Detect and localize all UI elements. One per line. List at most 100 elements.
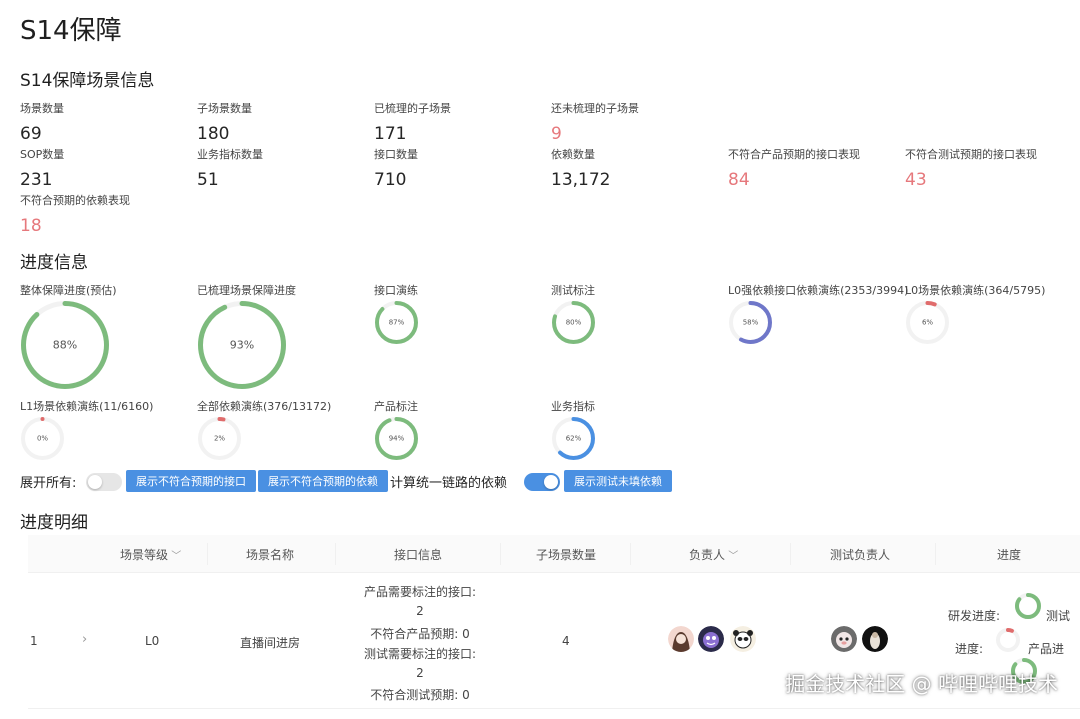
ring-svg: 0% (21, 417, 64, 460)
chevron-down-icon[interactable]: ﹀ (725, 551, 738, 562)
ring-l0-strong-dep: 58% (728, 300, 773, 345)
header-divider (935, 543, 936, 565)
show-bad-interfaces-button[interactable]: 展示不符合预期的接口 (126, 470, 256, 492)
ring-track (996, 628, 1020, 652)
ring-business-metric: 62% (551, 416, 596, 461)
ring-percent-text: 80% (566, 319, 582, 327)
scene-info-title: S14保障场景信息 (20, 71, 155, 91)
interface-info-line: 2 (416, 604, 424, 618)
ring-label-l1-scene-dep: L1场景依赖演练(11/6160) (20, 400, 154, 413)
ring-svg: 93% (198, 301, 286, 389)
ring-label-l0-strong-dep: L0强依赖接口依赖演练(2353/3994) (728, 284, 909, 297)
toggle-knob (88, 475, 102, 489)
interface-info-line: 测试需要标注的接口: (363, 647, 477, 661)
column-header-progress: 进度 (997, 548, 1022, 562)
column-header-name: 场景名称 (246, 548, 295, 562)
column-header-level[interactable]: 场景等级 ﹀ (120, 546, 181, 563)
ring-percent-text: 2% (214, 435, 225, 443)
stat-sop-count: SOP数量 231 (20, 148, 65, 190)
test-progress-ring (995, 627, 1021, 653)
stat-business-metric-count: 业务指标数量 51 (197, 148, 263, 190)
ring-label-l0-scene-dep: L0场景依赖演练(364/5795) (905, 284, 1046, 297)
ring-svg: 2% (198, 417, 241, 460)
show-bad-dependencies-button[interactable]: 展示不符合预期的依赖 (258, 470, 388, 492)
ring-svg: 88% (21, 301, 109, 389)
ring-all-dep: 2% (197, 416, 242, 461)
expand-all-label: 展开所有: (20, 476, 77, 491)
ring-l1-scene-dep: 0% (20, 416, 65, 461)
row-scene-name: 直播间进房 (240, 636, 301, 650)
ring-label-business-metric: 业务指标 (551, 400, 595, 413)
ring-percent-text: 0% (37, 435, 48, 443)
ring-label-all-dep: 全部依赖演练(376/13172) (197, 400, 332, 413)
avatar[interactable] (668, 626, 694, 652)
ring-label-test-marking: 测试标注 (551, 284, 595, 297)
page-title: S14保障 (20, 16, 122, 46)
ring-svg: 80% (552, 301, 595, 344)
ring-svg: 87% (375, 301, 418, 344)
ring-svg: 6% (906, 301, 949, 344)
ring-svg: 58% (729, 301, 772, 344)
ring-sorted-scenes: 93% (197, 300, 287, 390)
stat-scene-count: 场景数量 69 (20, 102, 64, 144)
interface-info-line: 不符合测试预期: 0 (370, 688, 470, 702)
dev-progress-ring (1014, 592, 1042, 620)
interface-info-line: 产品需要标注的接口: (363, 585, 477, 599)
expand-row-chevron-icon[interactable]: › (82, 632, 87, 647)
toggle-knob (544, 475, 558, 489)
ring-arc (1015, 593, 1041, 619)
ring-label-interface-drill: 接口演练 (374, 284, 418, 297)
ring-svg (1015, 593, 1041, 619)
ring-l0-scene-dep: 6% (905, 300, 950, 345)
avatar[interactable] (831, 626, 857, 652)
interface-info-line: 2 (416, 666, 424, 680)
stat-bad-test-interfaces: 不符合测试预期的接口表现 43 (905, 148, 1037, 190)
avatar[interactable] (862, 626, 888, 652)
ring-interface-drill: 87% (374, 300, 419, 345)
ring-percent-text: 94% (389, 435, 405, 443)
ring-svg (996, 628, 1020, 652)
stat-dependency-count: 依赖数量 13,172 (551, 148, 611, 190)
column-header-owner[interactable]: 负责人 ﹀ (689, 546, 738, 563)
column-header-test-owner: 测试负责人 (830, 548, 891, 562)
stat-unsorted-sub-scenes: 还未梳理的子场景 9 (551, 102, 639, 144)
chevron-down-icon[interactable]: ﹀ (168, 551, 181, 562)
row-index: 1 (30, 634, 38, 648)
ring-percent-text: 93% (230, 339, 254, 352)
ring-product-marking: 94% (374, 416, 419, 461)
avatar[interactable] (730, 626, 756, 652)
ring-percent-text: 87% (389, 319, 405, 327)
ring-percent-text: 88% (53, 339, 77, 352)
unified-chain-toggle[interactable] (524, 473, 560, 491)
row-divider (28, 708, 1080, 709)
header-divider (335, 543, 336, 565)
ring-test-marking: 80% (551, 300, 596, 345)
expand-all-toggle[interactable] (86, 473, 122, 491)
stat-sub-scene-count: 子场景数量 180 (197, 102, 252, 144)
ring-svg: 62% (552, 417, 595, 460)
header-divider (207, 543, 208, 565)
ring-svg: 94% (375, 417, 418, 460)
stat-sorted-sub-scenes: 已梳理的子场景 171 (374, 102, 451, 144)
stat-interface-count: 接口数量 710 (374, 148, 418, 190)
stat-bad-product-interfaces: 不符合产品预期的接口表现 84 (728, 148, 860, 190)
header-divider (630, 543, 631, 565)
ring-percent-text: 6% (922, 319, 933, 327)
row-sub-scene-count: 4 (562, 634, 570, 648)
test-progress-label: 测试 (1046, 609, 1071, 623)
ring-label-sorted-scenes: 已梳理场景保障进度 (197, 284, 296, 297)
ring-label-overall: 整体保障进度(预估) (20, 284, 117, 297)
progress-info-title: 进度信息 (20, 253, 88, 273)
dev-progress-label: 研发进度: (948, 609, 1001, 623)
header-divider (500, 543, 501, 565)
show-untested-deps-button[interactable]: 展示测试未填依赖 (564, 470, 672, 492)
product-progress-label: 产品进 (1028, 642, 1065, 656)
row-level: L0 (145, 634, 160, 648)
ring-label-product-marking: 产品标注 (374, 400, 418, 413)
unified-chain-label: 计算统一链路的依赖 (390, 476, 508, 491)
detail-title: 进度明细 (20, 513, 88, 533)
avatar[interactable] (698, 626, 724, 652)
progress-label: 进度: (955, 642, 984, 656)
column-header-sub-count: 子场景数量 (536, 548, 597, 562)
interface-info-line: 不符合产品预期: 0 (370, 627, 470, 641)
